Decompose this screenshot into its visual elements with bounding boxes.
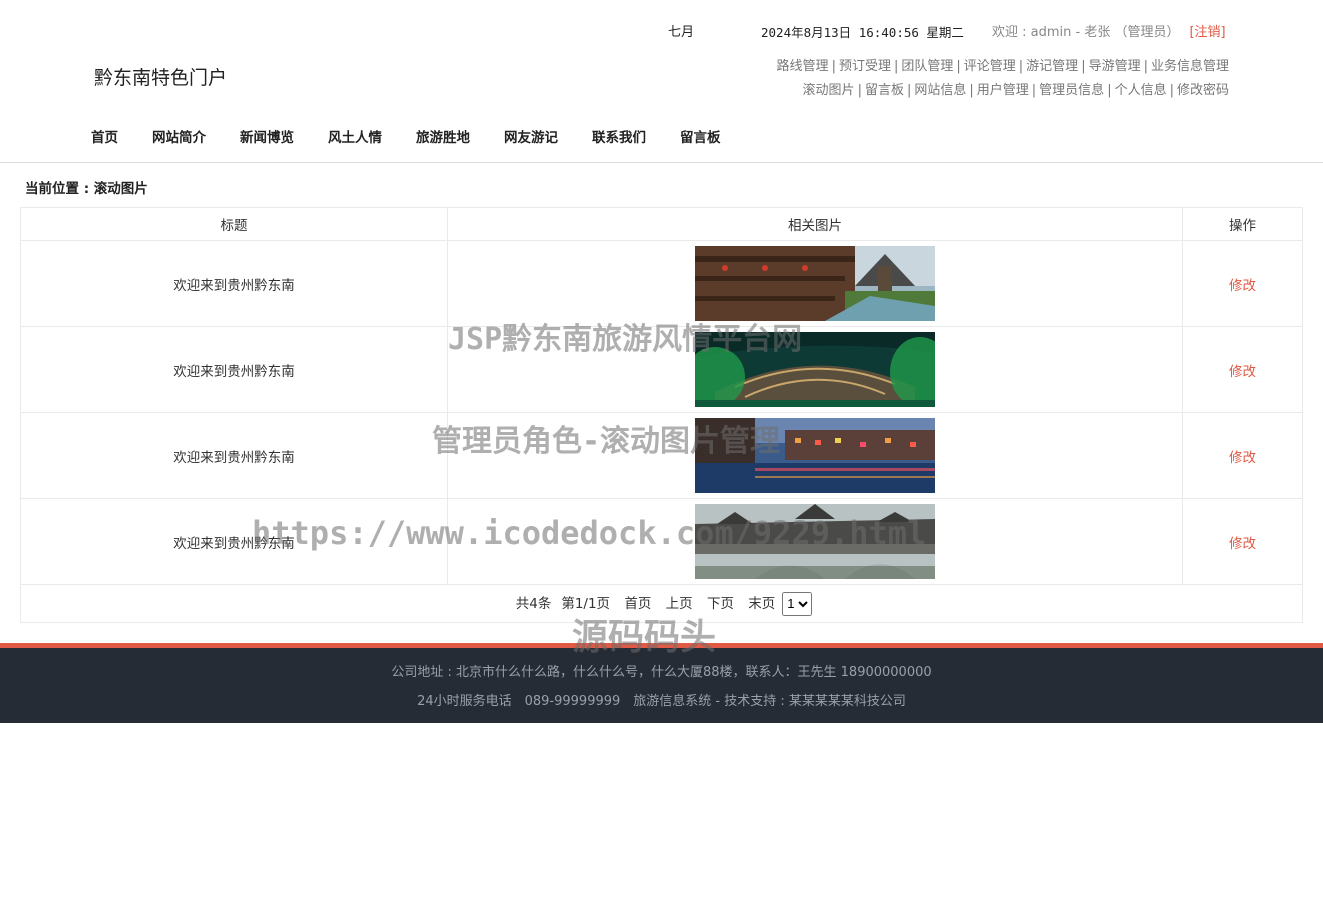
pager-total: 共4条 [515, 595, 552, 612]
slider-table-wrap: 标题 相关图片 操作 欢迎来到贵州黔东南 修改 欢迎来到贵州黔东南 修改 欢迎来… [20, 207, 1303, 623]
separator: | [1081, 59, 1086, 74]
drum-tower-river-village-image [695, 246, 935, 321]
row-image-cell [447, 498, 1183, 585]
admin-link-comment[interactable]: 评论管理 [964, 59, 1016, 74]
admin-link-password[interactable]: 修改密码 [1177, 83, 1229, 98]
table-header-row: 标题 相关图片 操作 [20, 207, 1303, 241]
admin-links-row1: 路线管理 | 预订受理 | 团队管理 | 评论管理 | 游记管理 | 导游管理 | 业务信息管理 [777, 55, 1229, 74]
row-image-cell [447, 240, 1183, 327]
admin-link-booking[interactable]: 预订受理 [839, 59, 891, 74]
admin-link-route[interactable]: 路线管理 [777, 59, 829, 74]
slider-table: 标题 相关图片 操作 欢迎来到贵州黔东南 修改 欢迎来到贵州黔东南 修改 欢迎来… [20, 207, 1303, 623]
admin-link-guestbook[interactable]: 留言板 [865, 83, 904, 98]
breadcrumb: 当前位置 : 滚动图片 [25, 181, 148, 197]
admin-link-guide[interactable]: 导游管理 [1089, 59, 1141, 74]
pager-page-info: 第1/1页 [561, 595, 611, 612]
column-header-image: 相关图片 [447, 207, 1183, 241]
row-image-cell [447, 326, 1183, 413]
scrolling-notice: 七月 [668, 25, 694, 40]
row-title: 欢迎来到贵州黔东南 [20, 240, 448, 327]
admin-link-business[interactable]: 业务信息管理 [1151, 59, 1229, 74]
separator: | [1169, 83, 1174, 98]
row-action-cell: 修改 [1182, 326, 1303, 413]
separator: | [1031, 83, 1037, 98]
separator: | [906, 83, 912, 98]
pager-last-link[interactable]: 末页 [748, 596, 775, 612]
edit-link[interactable]: 修改 [1229, 536, 1256, 552]
table-row: 欢迎来到贵州黔东南 修改 [20, 326, 1303, 413]
pager-row: 共4条 第1/1页 首页 上页 下页 末页 1 [20, 584, 1303, 623]
terraced-miao-village-image [695, 332, 935, 407]
site-title: 黔东南特色门户 [94, 67, 228, 89]
admin-link-profile[interactable]: 个人信息 [1115, 83, 1167, 98]
welcome-bar: 欢迎 : admin - 老张 （管理员） [注销] [992, 21, 1226, 40]
admin-link-travelogue[interactable]: 游记管理 [1026, 59, 1078, 74]
footer-address: 公司地址 : 北京市什么什么路，什么什么号，什么大厦88楼，联系人：王先生 18… [391, 665, 932, 680]
nav-item-contact[interactable]: 联系我们 [592, 126, 646, 146]
footer-contact: 24小时服务电话 089-99999999 旅游信息系统 - 技术支持 : 某某… [417, 694, 906, 709]
wind-rain-bridge-image [695, 504, 935, 579]
nav-item-scenic[interactable]: 旅游胜地 [416, 126, 470, 146]
separator: | [857, 83, 862, 98]
separator: | [969, 83, 974, 98]
edit-link[interactable]: 修改 [1229, 450, 1256, 466]
admin-links-row2: 滚动图片 | 留言板 | 网站信息 | 用户管理 | 管理员信息 | 个人信息 | 修改密码 [803, 79, 1229, 98]
nav-item-travelogues[interactable]: 网友游记 [504, 126, 558, 146]
nav-item-customs[interactable]: 风土人情 [328, 126, 382, 146]
admin-link-slider[interactable]: 滚动图片 [803, 83, 855, 98]
separator: | [893, 59, 899, 74]
column-header-action: 操作 [1182, 207, 1303, 241]
row-action-cell: 修改 [1182, 240, 1303, 327]
admin-link-siteinfo[interactable]: 网站信息 [914, 83, 966, 98]
pager-next-link[interactable]: 下页 [707, 596, 734, 612]
row-image-cell [447, 412, 1183, 499]
site-header: 黔东南特色门户 七月 2024年8月13日 16:40:56 星期二 欢迎 : … [0, 0, 1323, 163]
separator: | [831, 59, 836, 74]
logout-link[interactable]: [注销] [1189, 25, 1225, 40]
main-nav: 首页 网站简介 新闻博览 风土人情 旅游胜地 网友游记 联系我们 留言板 [91, 126, 755, 146]
nav-item-about[interactable]: 网站简介 [152, 126, 206, 146]
page-select[interactable]: 1 [782, 591, 813, 616]
row-title: 欢迎来到贵州黔东南 [20, 498, 448, 585]
separator: | [956, 59, 961, 74]
row-title: 欢迎来到贵州黔东南 [20, 326, 448, 413]
separator: | [1107, 83, 1112, 98]
admin-link-admininfo[interactable]: 管理员信息 [1039, 83, 1104, 98]
column-header-title: 标题 [20, 207, 448, 241]
riverside-night-lights-image [695, 418, 935, 493]
site-footer: 公司地址 : 北京市什么什么路，什么什么号，什么大厦88楼，联系人：王先生 18… [0, 643, 1323, 723]
row-action-cell: 修改 [1182, 412, 1303, 499]
admin-link-users[interactable]: 用户管理 [977, 83, 1029, 98]
table-row: 欢迎来到贵州黔东南 修改 [20, 412, 1303, 499]
row-action-cell: 修改 [1182, 498, 1303, 585]
separator: | [1143, 59, 1148, 74]
edit-link[interactable]: 修改 [1229, 364, 1256, 380]
table-row: 欢迎来到贵州黔东南 修改 [20, 498, 1303, 585]
edit-link[interactable]: 修改 [1229, 278, 1256, 294]
pager-prev-link[interactable]: 上页 [666, 596, 693, 612]
pager: 共4条 第1/1页 首页 上页 下页 末页 1 [20, 584, 1303, 623]
row-title: 欢迎来到贵州黔东南 [20, 412, 448, 499]
current-datetime: 2024年8月13日 16:40:56 星期二 [761, 25, 964, 40]
table-row: 欢迎来到贵州黔东南 修改 [20, 240, 1303, 327]
admin-link-team[interactable]: 团队管理 [901, 59, 953, 74]
welcome-text: 欢迎 : admin - 老张 （管理员） [992, 25, 1180, 40]
separator: | [1018, 59, 1024, 74]
pager-first-link[interactable]: 首页 [624, 596, 651, 612]
nav-item-guestbook[interactable]: 留言板 [680, 126, 721, 146]
nav-item-home[interactable]: 首页 [91, 126, 118, 146]
nav-item-news[interactable]: 新闻博览 [240, 126, 294, 146]
